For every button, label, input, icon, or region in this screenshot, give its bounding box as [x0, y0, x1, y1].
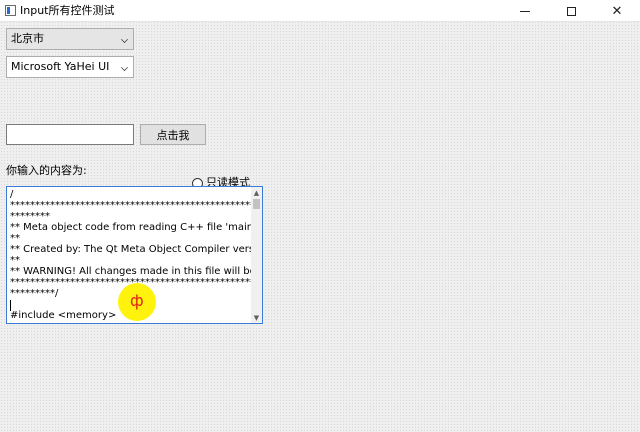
text-line: **: [10, 255, 20, 266]
text-line: ** WARNING! All changes made in this fil…: [10, 266, 254, 277]
minimize-icon: [520, 10, 530, 12]
text-line: ********: [10, 211, 50, 222]
text-line: ** Created by: The Qt Meta Object Compil…: [10, 244, 254, 255]
click-me-button-label: 点击我: [156, 128, 190, 142]
maximize-icon: [566, 6, 576, 16]
chevron-down-icon: [121, 64, 128, 71]
maximize-button[interactable]: [548, 0, 594, 22]
text-line: ** Meta object code from reading C++ fil…: [10, 222, 254, 233]
font-combobox[interactable]: Microsoft YaHei UI: [6, 56, 134, 78]
chevron-down-icon: [121, 36, 128, 43]
font-combobox-value: Microsoft YaHei UI: [11, 60, 110, 73]
window-title: Input所有控件测试: [20, 4, 115, 17]
vertical-scrollbar[interactable]: ▲ ▼: [251, 187, 262, 323]
click-me-button[interactable]: 点击我: [140, 124, 206, 145]
close-button[interactable]: ✕: [594, 0, 640, 22]
text-line: /: [10, 189, 14, 200]
title-bar: Input所有控件测试 ✕: [0, 0, 640, 22]
text-line: **: [10, 233, 20, 244]
text-line: ****************************************…: [10, 200, 254, 211]
app-window-icon: [5, 5, 16, 16]
city-combobox-value: 北京市: [11, 32, 44, 45]
scroll-up-icon[interactable]: ▲: [251, 187, 262, 198]
text-input[interactable]: [6, 124, 134, 145]
close-icon: ✕: [611, 3, 623, 19]
text-caret: [10, 300, 11, 311]
minimize-button[interactable]: [502, 0, 548, 22]
input-content-label: 你输入的内容为:: [6, 164, 87, 177]
scroll-down-icon[interactable]: ▼: [251, 312, 262, 323]
cursor-indicator-icon: ф: [130, 291, 144, 310]
scrollbar-thumb[interactable]: [253, 199, 260, 209]
city-combobox[interactable]: 北京市: [6, 28, 134, 50]
